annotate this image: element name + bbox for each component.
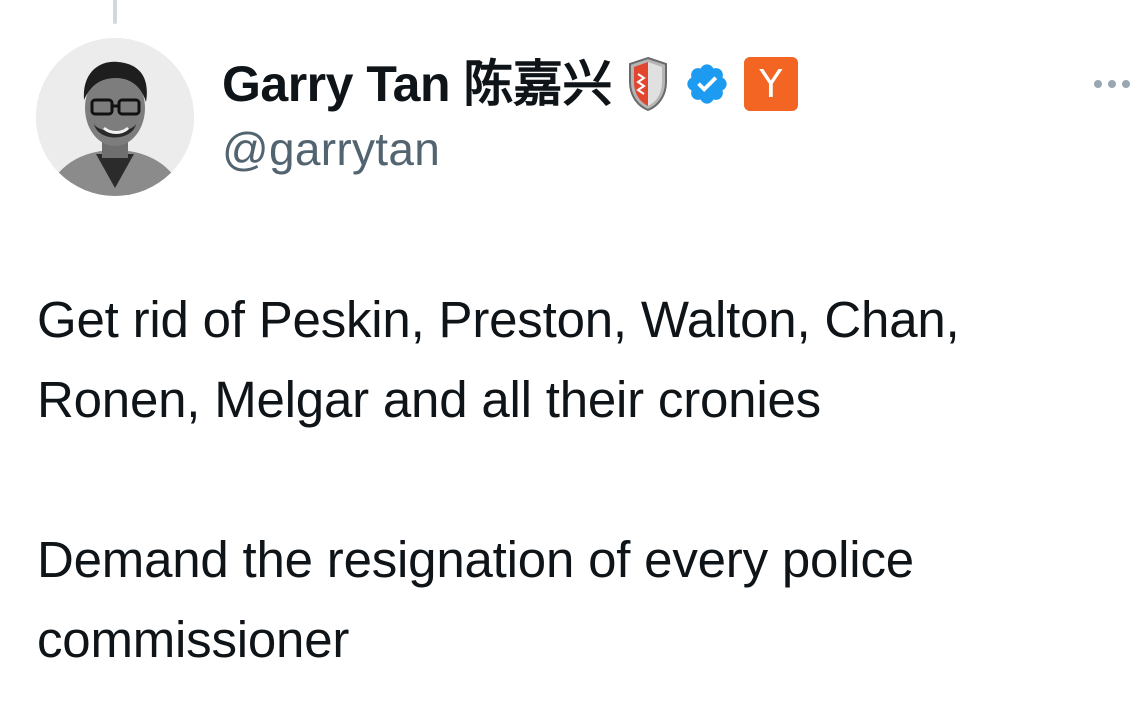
verified-badge-icon[interactable] xyxy=(684,61,730,107)
tweet-line: Ronen, Melgar and all their cronies xyxy=(37,371,821,428)
dot-icon xyxy=(1108,80,1116,88)
ycombinator-logo-icon[interactable]: Y xyxy=(743,57,798,111)
author-handle[interactable]: @garrytan xyxy=(222,126,440,172)
tweet-line: Demand the resignation of every police xyxy=(37,531,914,588)
more-options-icon[interactable] xyxy=(1094,74,1138,94)
tweet-line: Get rid of Peskin, Preston, Walton, Chan… xyxy=(37,291,960,348)
author-name-row: Garry Tan 陈嘉兴 Y xyxy=(222,52,798,116)
author-display-name[interactable]: Garry Tan 陈嘉兴 xyxy=(222,59,612,109)
dot-icon xyxy=(1122,80,1130,88)
avatar[interactable] xyxy=(36,38,194,196)
tweet-line: commissioner xyxy=(37,611,350,668)
tweet-body: Get rid of Peskin, Preston, Walton, Chan… xyxy=(37,280,1137,680)
dot-icon xyxy=(1094,80,1102,88)
shield-icon xyxy=(626,56,670,112)
thread-connector-line xyxy=(113,0,117,24)
